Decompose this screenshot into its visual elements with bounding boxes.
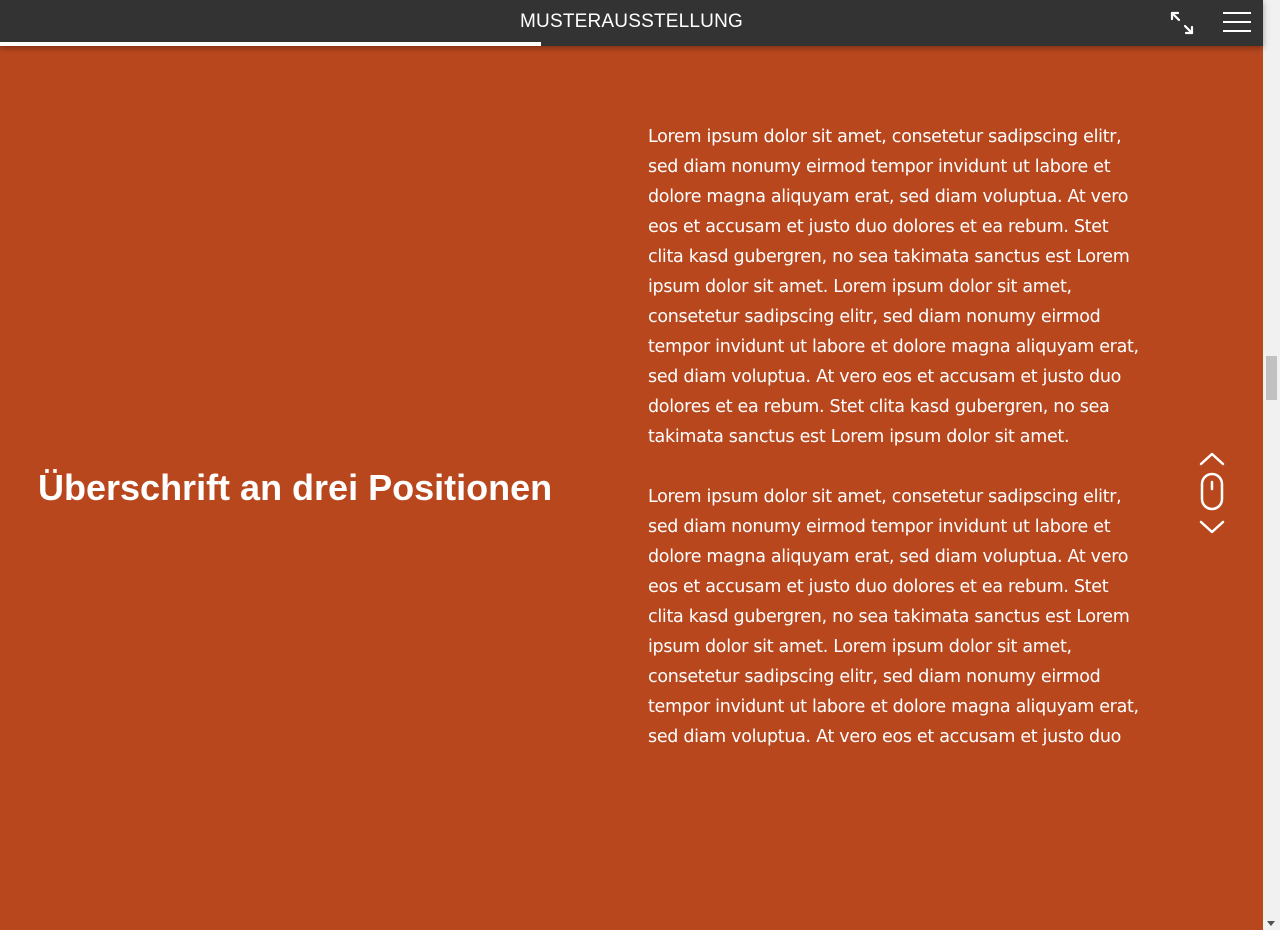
- reading-progress: [0, 42, 1263, 46]
- reading-progress-fill: [0, 42, 541, 46]
- section-heading: Überschrift an drei Positionen: [38, 467, 553, 508]
- scrollbar-down-arrow-icon[interactable]: [1267, 921, 1275, 926]
- scroll-up-button[interactable]: [1196, 450, 1228, 468]
- hamburger-menu-icon: [1223, 12, 1251, 14]
- main-content: Überschrift an drei Positionen Lorem ips…: [0, 46, 1263, 930]
- scroll-navigation: [1196, 450, 1228, 540]
- page: Überschrift an drei Positionen Lorem ips…: [0, 0, 1280, 930]
- scrollbar-thumb[interactable]: [1266, 356, 1277, 400]
- chevron-up-icon: [1199, 452, 1225, 466]
- mouse-icon: [1200, 472, 1224, 511]
- fullscreen-expand-icon: [1170, 11, 1194, 35]
- chevron-down-icon: [1199, 520, 1225, 534]
- exhibition-title: MUSTERAUSSTELLUNG: [520, 11, 743, 32]
- scroll-down-button[interactable]: [1196, 518, 1228, 536]
- body-paragraph-1: Lorem ipsum dolor sit amet, consetetur s…: [648, 127, 1139, 447]
- body-text-column: Lorem ipsum dolor sit amet, consetetur s…: [648, 122, 1148, 922]
- top-bar: MUSTERAUSSTELLUNG: [0, 0, 1263, 46]
- fullscreen-button[interactable]: [1168, 9, 1196, 37]
- menu-button[interactable]: [1221, 11, 1253, 35]
- body-paragraph-2: Lorem ipsum dolor sit amet, consetetur s…: [648, 487, 1139, 747]
- scrollbar[interactable]: [1263, 0, 1280, 930]
